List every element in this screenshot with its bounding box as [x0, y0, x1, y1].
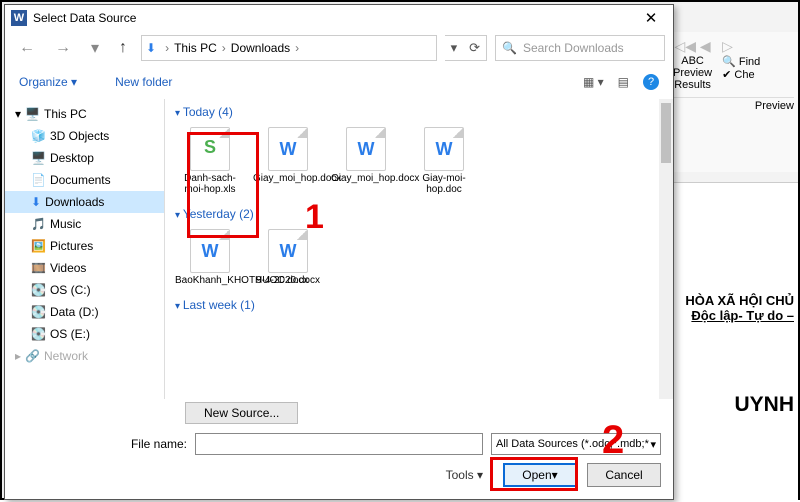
file-item[interactable]: WGiay_moi_hop.docx	[251, 123, 325, 199]
tree-drive-c[interactable]: 💽OS (C:)	[5, 279, 164, 301]
tree-music[interactable]: 🎵Music	[5, 213, 164, 235]
path-folder[interactable]: Downloads	[231, 41, 290, 55]
tree-drive-e[interactable]: 💽OS (E:)	[5, 323, 164, 345]
address-dropdown[interactable]: ▾	[445, 40, 464, 56]
annotation-number-2: 2	[602, 418, 624, 463]
new-source-button[interactable]: New Source...	[185, 402, 298, 424]
file-item[interactable]: SDanh-sach-moi-hop.xls	[173, 123, 247, 199]
tree-documents[interactable]: 📄Documents	[5, 169, 164, 191]
group-last-week[interactable]: Last week (1)	[165, 292, 673, 314]
ribbon-group-label: Preview	[673, 97, 794, 112]
view-details-button[interactable]: ▤	[618, 75, 629, 89]
tree-root[interactable]: ▾🖥️This PC	[5, 103, 164, 125]
scrollbar[interactable]	[659, 99, 673, 399]
nav-forward: →	[49, 37, 77, 59]
tree-drive-d[interactable]: 💽Data (D:)	[5, 301, 164, 323]
help-icon[interactable]: ?	[643, 74, 659, 90]
nav-up[interactable]: ↑	[113, 37, 133, 59]
navigation-tree[interactable]: ▾🖥️This PC 🧊3D Objects 🖥️Desktop 📄Docume…	[5, 99, 165, 399]
ribbon-results: Results	[673, 79, 712, 91]
tree-downloads[interactable]: ⬇Downloads	[5, 191, 164, 213]
search-icon: 🔍	[502, 41, 517, 55]
cancel-button[interactable]: Cancel	[587, 463, 661, 487]
search-placeholder: Search Downloads	[523, 41, 624, 55]
close-button[interactable]: ✕	[635, 9, 667, 27]
file-item[interactable]: WBaoKhanh_KHOTHUOC.docx	[173, 225, 247, 290]
chevron-right-icon[interactable]: ›	[292, 41, 302, 55]
path-root[interactable]: This PC	[174, 41, 217, 55]
file-item[interactable]: WGiay-moi-hop.doc	[407, 123, 481, 199]
tree-desktop[interactable]: 🖥️Desktop	[5, 147, 164, 169]
nav-back[interactable]: ←	[13, 37, 41, 59]
annotation-number-1: 1	[305, 198, 324, 237]
tree-pictures[interactable]: 🖼️Pictures	[5, 235, 164, 257]
chevron-right-icon[interactable]: ›	[162, 41, 172, 55]
downloads-icon: ⬇	[146, 41, 156, 55]
nav-history[interactable]: ▾	[85, 36, 105, 60]
search-input[interactable]: 🔍 Search Downloads	[495, 35, 665, 61]
ribbon-find[interactable]: Find	[739, 56, 760, 68]
chevron-right-icon[interactable]: ›	[219, 41, 229, 55]
tools-menu[interactable]: Tools ▾	[446, 468, 483, 482]
dialog-title: Select Data Source	[33, 11, 635, 25]
filename-input[interactable]	[195, 433, 483, 455]
chevron-down-icon: ▾	[650, 438, 656, 451]
file-type-filter[interactable]: All Data Sources (*.odc;*.mdb;*▾	[491, 433, 661, 455]
tree-3d-objects[interactable]: 🧊3D Objects	[5, 125, 164, 147]
view-icons-button[interactable]: ▦ ▾	[583, 75, 604, 89]
ribbon-check[interactable]: Che	[734, 69, 754, 81]
new-folder-button[interactable]: New folder	[115, 75, 172, 89]
file-dialog: W Select Data Source ✕ ← → ▾ ↑ ⬇ › This …	[4, 4, 674, 500]
filename-label: File name:	[107, 437, 187, 451]
ribbon-abc: ABC	[673, 55, 712, 67]
scrollbar-thumb[interactable]	[661, 103, 671, 163]
file-item[interactable]: WGiay_moi_hop.docx	[329, 123, 403, 199]
refresh-button[interactable]: ⟳	[463, 40, 486, 56]
file-list[interactable]: Today (4) SDanh-sach-moi-hop.xls WGiay_m…	[165, 99, 673, 399]
group-yesterday[interactable]: Yesterday (2)	[165, 201, 673, 223]
tree-network[interactable]: ▸🔗Network	[5, 345, 164, 367]
organize-menu[interactable]: Organize ▾	[19, 75, 77, 89]
word-icon: W	[11, 10, 27, 26]
group-today[interactable]: Today (4)	[165, 99, 673, 121]
address-bar[interactable]: ⬇ › This PC › Downloads ›	[141, 35, 437, 61]
tree-videos[interactable]: 🎞️Videos	[5, 257, 164, 279]
ribbon-preview[interactable]: Preview	[673, 67, 712, 79]
open-button[interactable]: Open ▾	[503, 463, 577, 487]
